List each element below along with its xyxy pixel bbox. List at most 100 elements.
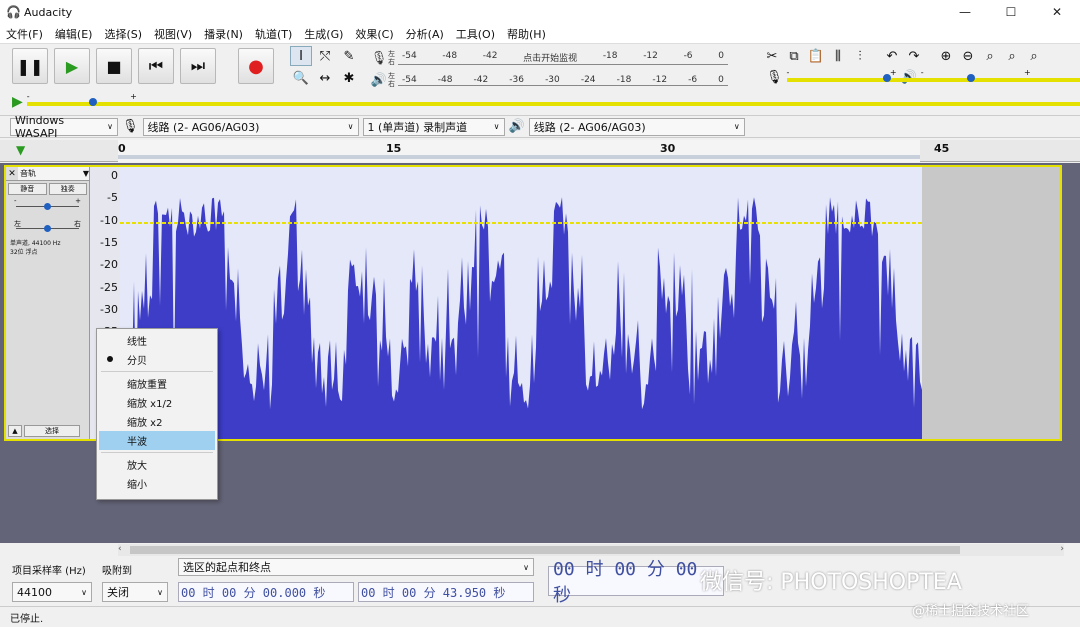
- recording-channels-value: 1 (单声道) 录制声道: [367, 120, 468, 134]
- record-button[interactable]: ●: [238, 48, 274, 84]
- chevron-down-icon: ▼: [82, 169, 89, 178]
- redo-icon[interactable]: ↷: [904, 46, 924, 66]
- zoom-toggle-icon[interactable]: ⌕: [1024, 46, 1044, 66]
- selection-mode-select[interactable]: 选区的起点和终点 ∨: [178, 558, 534, 576]
- audio-position-time[interactable]: 00 时 00 分 00 秒: [548, 559, 724, 606]
- menu-item[interactable]: 效果(C): [349, 26, 399, 42]
- zoom-in-icon[interactable]: ⊕: [936, 46, 956, 66]
- playback-meter[interactable]: 🔊 左右 -54 -48 -42 -36 -30 -24 -18 -12 -6 0: [370, 70, 728, 90]
- menu-item[interactable]: 视图(V): [148, 26, 198, 42]
- playback-device-select[interactable]: 线路 (2- AG06/AG03) ∨: [528, 117, 745, 136]
- silence-icon[interactable]: ⫶: [850, 46, 870, 66]
- mute-button[interactable]: 静音: [8, 183, 47, 195]
- menu-item[interactable]: 生成(G): [298, 26, 349, 42]
- select-track-button[interactable]: 选择: [24, 425, 80, 437]
- minimize-button[interactable]: —: [942, 0, 988, 24]
- cut-icon[interactable]: ✂: [762, 46, 782, 66]
- pan-slider[interactable]: 左 右: [12, 219, 83, 233]
- selection-start-time[interactable]: 00 时 00 分 00.000 秒: [178, 582, 354, 602]
- pause-button[interactable]: ❚❚: [12, 48, 48, 84]
- meter-tick: -24: [580, 74, 596, 85]
- context-menu-item[interactable]: 缩放重置: [97, 374, 217, 393]
- play-speed-slider[interactable]: - +: [26, 92, 1080, 108]
- track-control-panel: ✕ 音轨 ▼ 静音 独奏 - + 左 右 单声道, 44100 Hz 32位 浮点: [6, 167, 90, 439]
- paste-icon[interactable]: 📋: [806, 46, 826, 66]
- play-at-speed-button[interactable]: ▶: [12, 94, 23, 110]
- gain-slider[interactable]: - +: [12, 197, 83, 211]
- timeline-options-icon[interactable]: ▼: [16, 143, 25, 157]
- menu-item[interactable]: 帮助(H): [501, 26, 552, 42]
- vruler-tick: -20: [100, 258, 118, 272]
- meter-tick: -54: [402, 51, 417, 61]
- play-button[interactable]: ▶: [54, 48, 90, 84]
- context-menu-item[interactable]: 半波: [99, 431, 215, 450]
- meter-tick: -30: [545, 74, 560, 85]
- recording-channels-select[interactable]: 1 (单声道) 录制声道 ∨: [362, 117, 505, 136]
- context-menu-item[interactable]: 缩放 x2: [97, 412, 217, 431]
- vruler-tick: -10: [100, 213, 118, 227]
- menu-bar: 文件(F) 编辑(E) 选择(S) 视图(V) 播录(N) 轨道(T) 生成(G) 效果(C)…: [0, 24, 1080, 44]
- scrub-bar[interactable]: [118, 155, 920, 159]
- track-name-menu[interactable]: 音轨 ▼: [18, 167, 89, 180]
- close-track-icon[interactable]: ✕: [6, 169, 18, 179]
- track-format-depth: 32位 浮点: [10, 249, 38, 256]
- edit-toolbar: ✂ ⧉ 📋 ⫼ ⫶ ↶ ↷ ⊕ ⊖ ⌕ ⌕ ⌕: [762, 46, 1044, 66]
- skip-start-button[interactable]: ⏮: [138, 48, 174, 84]
- trim-icon[interactable]: ⫼: [828, 46, 848, 66]
- window-title: Audacity: [24, 5, 73, 19]
- context-menu-item[interactable]: 放大: [97, 455, 217, 474]
- menu-item[interactable]: 工具(O): [450, 26, 501, 42]
- fit-project-icon[interactable]: ⌕: [1002, 46, 1022, 66]
- zoom-out-icon[interactable]: ⊖: [958, 46, 978, 66]
- maximize-button[interactable]: ☐: [988, 0, 1034, 24]
- record-meter[interactable]: 🎙 左右 -54 -48 -42 点击开始监视 -18 -12 -6 0: [370, 48, 728, 68]
- recording-device-value: 线路 (2- AG06/AG03): [147, 120, 260, 134]
- recording-device-select[interactable]: 线路 (2- AG06/AG03) ∨: [142, 117, 359, 136]
- empty-track-region[interactable]: [922, 167, 1060, 439]
- recording-volume-slider[interactable]: - +: [786, 68, 1080, 84]
- solo-button[interactable]: 独奏: [48, 183, 87, 195]
- context-menu-item[interactable]: 线性: [97, 331, 217, 350]
- menu-item[interactable]: 分析(A): [400, 26, 450, 42]
- zoom-tool-icon[interactable]: 🔍: [290, 68, 312, 88]
- scroll-thumb[interactable]: [130, 546, 960, 554]
- menu-item[interactable]: 编辑(E): [49, 26, 99, 42]
- timeline-ruler[interactable]: ▼ 0 15 30 45: [0, 140, 1080, 162]
- menu-item[interactable]: 轨道(T): [249, 26, 298, 42]
- project-rate-select[interactable]: 44100 ∨: [12, 582, 92, 602]
- meter-tick: -12: [643, 51, 658, 61]
- context-menu-item[interactable]: 分贝: [97, 350, 217, 369]
- envelope-tool-icon[interactable]: ⤲: [314, 46, 336, 66]
- collapse-track-icon[interactable]: ▲: [8, 425, 22, 437]
- playback-volume-slider[interactable]: - +: [920, 68, 1080, 84]
- record-icon: ●: [248, 55, 264, 77]
- menu-item[interactable]: 文件(F): [0, 26, 49, 42]
- chevron-down-icon: ∨: [107, 122, 113, 131]
- toolbar-area: ❚❚ ▶ ■ ⏮ ⏭ ● I ⤲ ✎ 🔍 ↔ ✱ 🎙 左右 -54 -48 -42 点…: [0, 44, 1080, 116]
- context-menu-item[interactable]: 缩小: [97, 474, 217, 493]
- snap-to-select[interactable]: 关闭 ∨: [102, 582, 168, 602]
- meter-tick: -54: [402, 74, 417, 85]
- menu-item[interactable]: 播录(N): [198, 26, 249, 42]
- scroll-right-icon[interactable]: ›: [1060, 544, 1064, 554]
- stop-button[interactable]: ■: [96, 48, 132, 84]
- waveform[interactable]: [120, 167, 922, 439]
- draw-tool-icon[interactable]: ✎: [338, 46, 360, 66]
- selection-end-time[interactable]: 00 时 00 分 43.950 秒: [358, 582, 534, 602]
- copy-icon[interactable]: ⧉: [784, 46, 804, 66]
- audio-host-select[interactable]: Windows WASAPI ∨: [10, 114, 118, 140]
- skip-end-button[interactable]: ⏭: [180, 48, 216, 84]
- menu-item[interactable]: 选择(S): [98, 26, 148, 42]
- device-toolbar: Windows WASAPI ∨ 🎙 线路 (2- AG06/AG03) ∨ 1 (…: [0, 114, 1080, 140]
- fit-selection-icon[interactable]: ⌕: [980, 46, 1000, 66]
- context-menu-item[interactable]: 缩放 x1/2: [97, 393, 217, 412]
- radio-checked-icon: [107, 356, 113, 362]
- multi-tool-icon[interactable]: ✱: [338, 68, 360, 88]
- close-button[interactable]: ✕: [1034, 0, 1080, 24]
- scroll-left-icon[interactable]: ‹: [118, 544, 122, 554]
- meter-tick: 0: [718, 74, 724, 85]
- selection-tool-icon[interactable]: I: [290, 46, 312, 66]
- undo-icon[interactable]: ↶: [882, 46, 902, 66]
- timeshift-tool-icon[interactable]: ↔: [314, 68, 336, 88]
- chevron-down-icon: ∨: [493, 122, 500, 131]
